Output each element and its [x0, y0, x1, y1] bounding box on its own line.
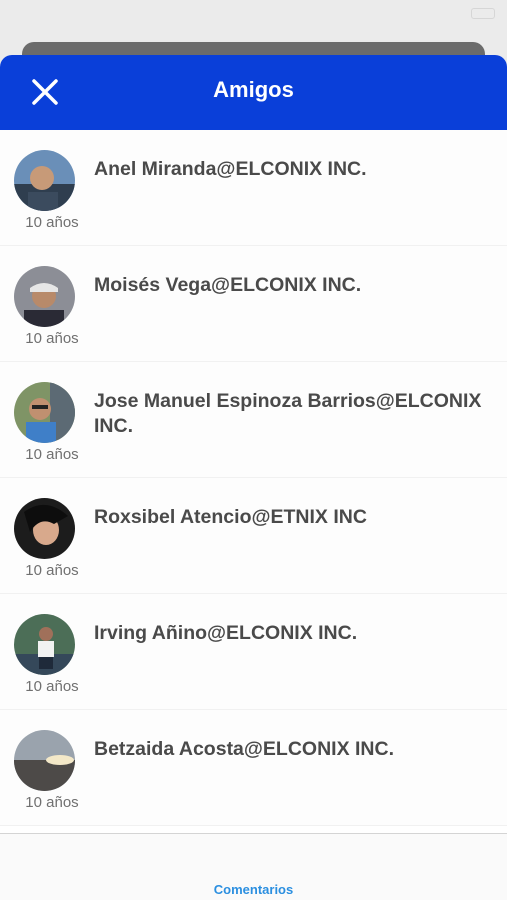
avatar[interactable]: [14, 498, 75, 559]
friend-age: 10 años: [25, 214, 79, 231]
avatar[interactable]: [14, 150, 75, 211]
friend-row[interactable]: 10 años Betzaida Acosta@ELCONIX INC.: [0, 710, 507, 826]
avatar[interactable]: [14, 382, 75, 443]
page-title: Amigos: [213, 77, 294, 102]
friend-name[interactable]: Jose Manuel Espinoza Barrios@ELCONIX INC…: [94, 389, 499, 439]
status-bar: [0, 0, 507, 28]
friend-row[interactable]: 10 años Anel Miranda@ELCONIX INC.: [0, 130, 507, 246]
friend-age: 10 años: [25, 562, 79, 579]
header-bar: Amigos: [0, 55, 507, 130]
avatar[interactable]: [14, 730, 75, 791]
friend-name[interactable]: Moisés Vega@ELCONIX INC.: [94, 273, 499, 298]
friend-age: 10 años: [25, 330, 79, 347]
friend-age: 10 años: [25, 446, 79, 463]
comments-link[interactable]: Comentarios: [0, 882, 507, 897]
friends-list: 10 años Anel Miranda@ELCONIX INC. 10 año…: [0, 130, 507, 826]
avatar[interactable]: [14, 266, 75, 327]
friend-name[interactable]: Betzaida Acosta@ELCONIX INC.: [94, 737, 499, 762]
friend-row[interactable]: 10 años Moisés Vega@ELCONIX INC.: [0, 246, 507, 362]
friend-row[interactable]: 10 años Roxsibel Atencio@ETNIX INC: [0, 478, 507, 594]
footer-bar: Comentarios: [0, 833, 507, 900]
friend-age: 10 años: [25, 678, 79, 695]
friend-name[interactable]: Irving Añino@ELCONIX INC.: [94, 621, 499, 646]
friends-sheet: Amigos 10 años Anel Miranda@ELCONIX INC.…: [0, 55, 507, 900]
friend-row[interactable]: 10 años Irving Añino@ELCONIX INC.: [0, 594, 507, 710]
battery-icon: [471, 8, 495, 19]
friend-name[interactable]: Anel Miranda@ELCONIX INC.: [94, 157, 499, 182]
friend-row[interactable]: 10 años Jose Manuel Espinoza Barrios@ELC…: [0, 362, 507, 478]
friend-age: 10 años: [25, 794, 79, 811]
avatar[interactable]: [14, 614, 75, 675]
friend-name[interactable]: Roxsibel Atencio@ETNIX INC: [94, 505, 499, 530]
